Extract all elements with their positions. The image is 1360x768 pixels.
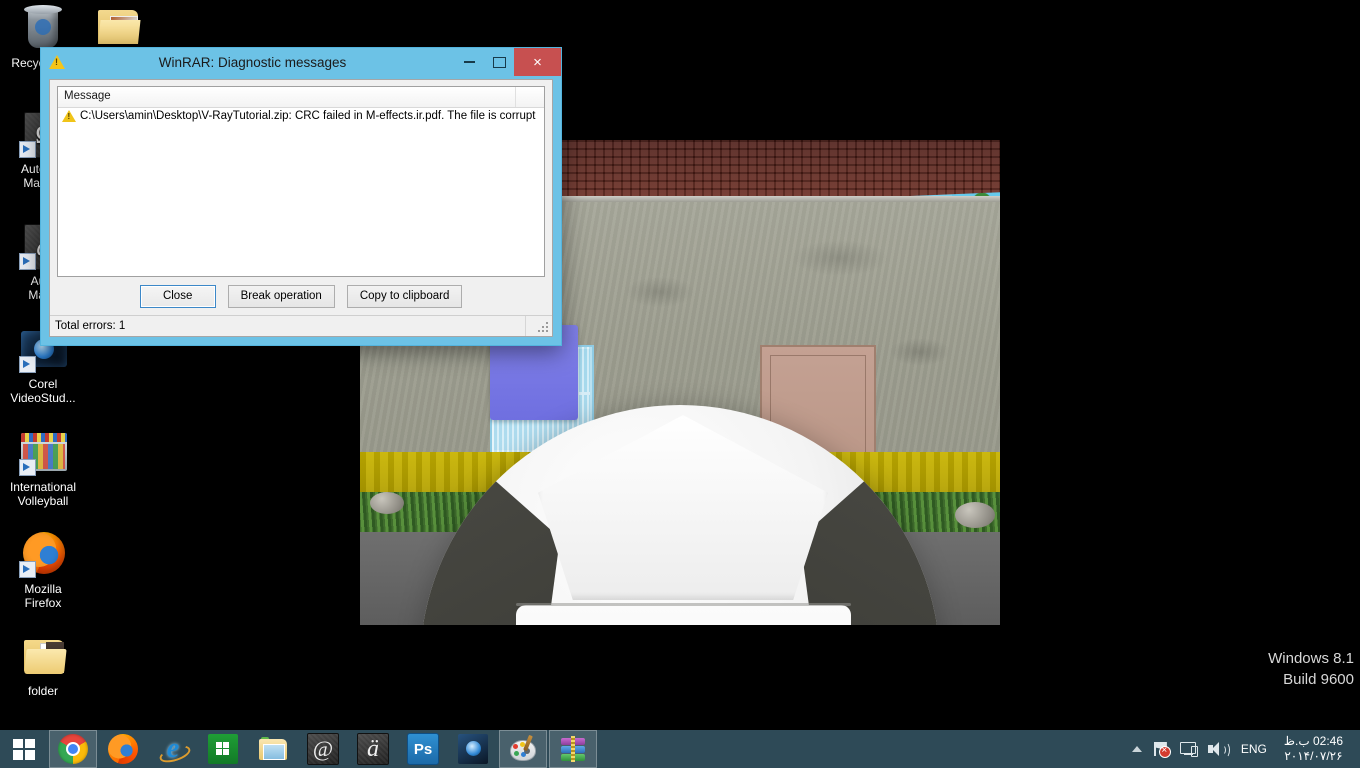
taskbar-item-file-explorer[interactable]	[249, 730, 297, 768]
taskbar-item-paint[interactable]	[499, 730, 547, 768]
dialog-titlebar[interactable]: WinRAR: Diagnostic messages ×	[41, 48, 561, 76]
render-rock	[955, 502, 995, 528]
volume-icon	[1207, 741, 1230, 758]
render-rock	[370, 492, 404, 514]
windows-watermark: Windows 8.1 Build 9600	[1268, 648, 1354, 690]
warning-icon	[49, 55, 65, 69]
messages-list-header: Message	[58, 87, 544, 108]
desktop-icon-label: Firefox	[24, 596, 62, 610]
network-error-icon	[1152, 741, 1171, 758]
minimize-button[interactable]	[454, 48, 484, 76]
taskbar-item-store[interactable]	[199, 730, 247, 768]
autodesk-3ds-max-icon	[307, 733, 339, 765]
desktop-icon-mozilla-firefox[interactable]: Mozilla Firefox	[0, 530, 86, 610]
clock-date: ۲۰۱۴/۰۷/۲۶	[1284, 749, 1343, 763]
column-header-blank[interactable]	[516, 87, 544, 107]
international-volleyball-icon	[19, 428, 67, 476]
messages-list[interactable]: Message C:\Users\amin\Desktop\V-RayTutor…	[57, 86, 545, 277]
photoshop-icon	[407, 733, 439, 765]
internet-explorer-icon: e	[158, 733, 188, 764]
total-errors-text: Total errors: 1	[55, 320, 126, 332]
close-button[interactable]: ×	[514, 48, 561, 76]
volume-button[interactable]	[1203, 730, 1233, 768]
taskbar-item-corel-videostudio[interactable]	[449, 730, 497, 768]
clock-button[interactable]: 02:46 ب.ظ ۲۰۱۴/۰۷/۲۶	[1275, 730, 1354, 768]
file-explorer-icon	[258, 734, 288, 764]
shortcut-arrow-icon	[19, 253, 36, 270]
mozilla-firefox-icon	[19, 530, 67, 578]
shortcut-arrow-icon	[19, 356, 36, 373]
taskbar-item-chrome[interactable]	[49, 730, 97, 768]
windows-logo-icon	[13, 738, 35, 760]
show-hidden-icons-button[interactable]	[1127, 730, 1147, 768]
ball-seam	[516, 603, 851, 606]
table-row[interactable]: C:\Users\amin\Desktop\V-RayTutorial.zip:…	[58, 108, 544, 124]
shortcut-arrow-icon	[19, 561, 36, 578]
warning-icon	[62, 110, 76, 122]
corel-videostudio-icon	[458, 734, 488, 764]
desktop-icon-label: Volleyball	[17, 494, 69, 508]
screen: Recycle Bin Ω Autodes Max 20 æ Auto Maya	[0, 0, 1360, 768]
taskbar-item-firefox[interactable]	[99, 730, 147, 768]
statusbar-separator	[525, 316, 526, 336]
ball-panel-white-top	[538, 415, 828, 600]
window-controls: ×	[454, 48, 561, 76]
dialog-button-row: Close Break operation Copy to clipboard	[50, 277, 552, 315]
store-icon	[208, 734, 238, 764]
taskbar-item-3ds-max[interactable]	[299, 730, 347, 768]
break-operation-button[interactable]: Break operation	[227, 284, 335, 308]
winrar-icon	[558, 734, 588, 764]
ball-panel-dark-left	[420, 460, 560, 625]
taskbar: e @ ä Ps × ENG 02:46 ب.ظ ۲۰۱۴/۰۷/۲۶	[0, 730, 1360, 768]
start-button[interactable]	[0, 730, 48, 768]
photos-folder-icon	[94, 4, 142, 52]
dialog-statusbar: Total errors: 1	[50, 315, 552, 336]
desktop-icon-label: folder	[27, 684, 59, 698]
network-status-button[interactable]	[1147, 730, 1175, 768]
ball-panel-white-bottom	[516, 605, 851, 625]
shortcut-arrow-icon	[19, 459, 36, 476]
clock-time: 02:46 ب.ظ	[1283, 734, 1343, 748]
chrome-icon	[58, 734, 88, 764]
paint-icon	[508, 734, 538, 764]
desktop-icon-label: Corel	[28, 377, 58, 391]
maximize-button[interactable]	[484, 48, 514, 76]
watermark-line-1: Windows 8.1	[1268, 650, 1354, 667]
ball-panel-dark-right	[800, 460, 940, 625]
close-button[interactable]: Close	[139, 284, 216, 308]
desktop-icon-label: Mozilla	[24, 582, 62, 596]
copy-to-clipboard-button[interactable]: Copy to clipboard	[346, 284, 463, 308]
shortcut-arrow-icon	[19, 141, 36, 158]
firefox-icon	[108, 734, 138, 764]
taskbar-item-photoshop[interactable]	[399, 730, 447, 768]
recycle-bin-icon	[19, 4, 67, 52]
taskbar-item-winrar[interactable]	[549, 730, 597, 768]
desktop-icon-international-volleyball[interactable]: International Volleyball	[0, 428, 86, 508]
taskbar-item-internet-explorer[interactable]: e	[149, 730, 197, 768]
desktop-icon-folder[interactable]: folder	[0, 632, 86, 698]
autodesk-maya-icon	[357, 733, 389, 765]
folder-icon	[19, 632, 67, 680]
winrar-diagnostic-messages-dialog[interactable]: WinRAR: Diagnostic messages × Message C:…	[40, 47, 562, 346]
resize-grip[interactable]	[537, 322, 549, 334]
dialog-title: WinRAR: Diagnostic messages	[158, 54, 347, 70]
taskbar-item-maya[interactable]	[349, 730, 397, 768]
action-center-icon	[1179, 741, 1198, 757]
dialog-body: Message C:\Users\amin\Desktop\V-RayTutor…	[49, 79, 553, 337]
column-header-message[interactable]: Message	[58, 87, 516, 107]
language-indicator[interactable]: ENG	[1233, 730, 1275, 768]
desktop-icon-label: International	[9, 480, 77, 494]
watermark-line-2: Build 9600	[1283, 671, 1354, 688]
system-tray: ENG 02:46 ب.ظ ۲۰۱۴/۰۷/۲۶	[1127, 730, 1360, 768]
desktop-icon-label: VideoStud...	[10, 391, 76, 405]
action-center-button[interactable]	[1175, 730, 1203, 768]
message-text: C:\Users\amin\Desktop\V-RayTutorial.zip:…	[80, 110, 536, 122]
chevron-up-icon	[1131, 746, 1142, 752]
taskbar-items: e	[48, 730, 598, 768]
